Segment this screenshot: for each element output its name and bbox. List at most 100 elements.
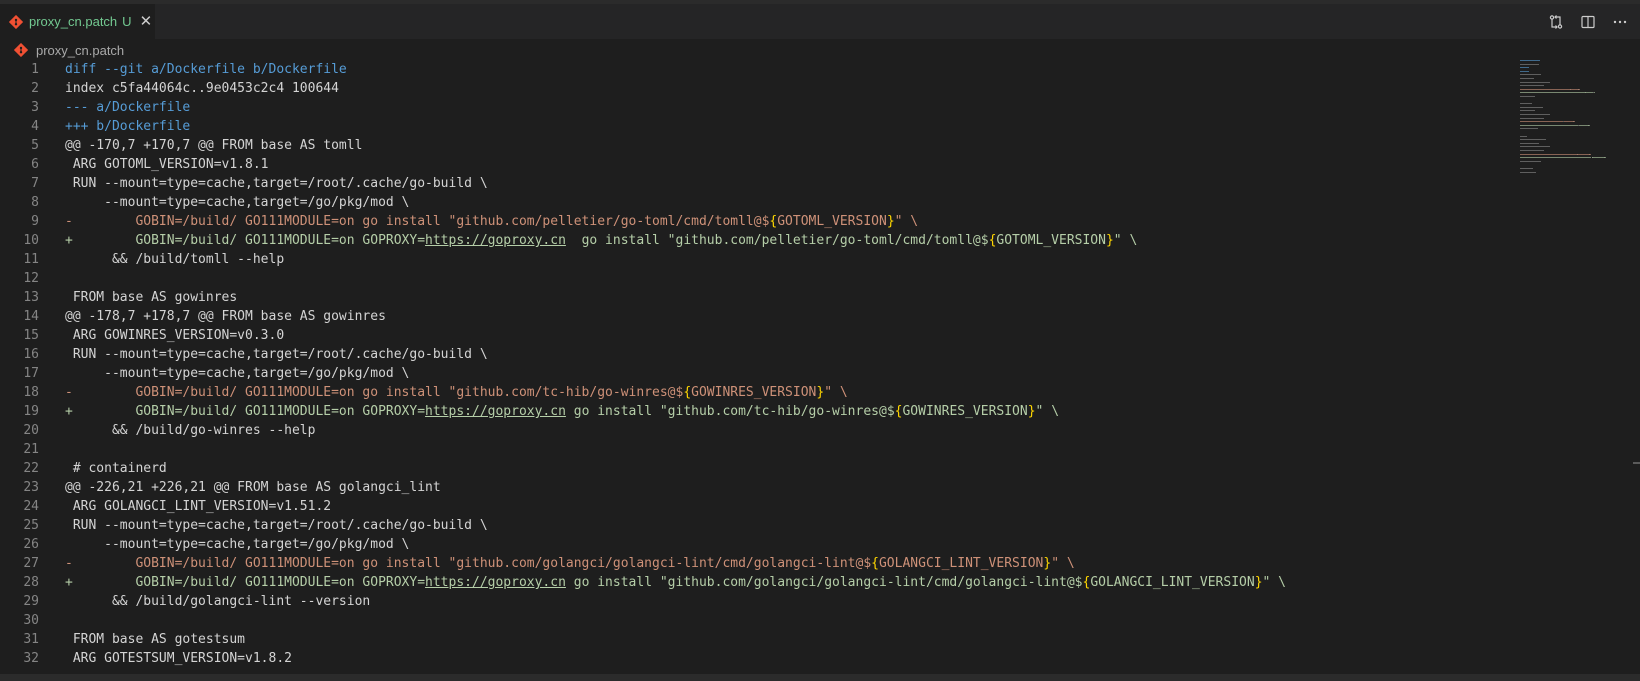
- code-line[interactable]: 4 +++ b/Dockerfile: [0, 117, 1500, 136]
- code-token: ARG GOLANGCI_LINT_VERSION=v1.51.2: [65, 499, 332, 514]
- line-number: 13: [23, 290, 39, 305]
- code-token: {: [683, 385, 692, 400]
- code-line[interactable]: 20 && /build/go-winres --help: [0, 421, 1500, 440]
- code-token: " \: [824, 385, 848, 400]
- minimap-line: [1585, 92, 1594, 94]
- minimap-line: [1592, 157, 1604, 159]
- code-line[interactable]: 2 index c5fa44064c..9e0453c2c4 100644: [0, 79, 1500, 98]
- code-line[interactable]: 23 @@ -226,21 +226,21 @@ FROM base AS gol…: [0, 478, 1500, 497]
- code-line[interactable]: 32 ARG GOTESTSUM_VERSION=v1.8.2: [0, 649, 1500, 668]
- line-number: 4: [31, 119, 39, 134]
- code-line[interactable]: 1 diff --git a/Dockerfile b/Dockerfile: [0, 60, 1500, 79]
- split-editor-icon[interactable]: [1578, 12, 1598, 32]
- code-editor[interactable]: 1 diff --git a/Dockerfile b/Dockerfile 2 in…: [0, 60, 1500, 674]
- code-line[interactable]: 21: [0, 440, 1500, 459]
- code-token: --mount=type=cache,target=/go/pkg/mod \: [65, 366, 410, 381]
- code-token: --mount=type=cache,target=/go/pkg/mod \: [65, 537, 410, 552]
- code-token: RUN --mount=type=cache,target=/root/.cac…: [65, 518, 488, 533]
- code-line[interactable]: 26 --mount=type=cache,target=/go/pkg/mod…: [0, 535, 1500, 554]
- code-token: diff --git a/Dockerfile b/Dockerfile: [65, 62, 347, 77]
- line-number: 19: [23, 404, 39, 419]
- code-line[interactable]: 8 --mount=type=cache,target=/go/pkg/mod …: [0, 193, 1500, 212]
- line-code: + GOBIN=/build/ GO111MODULE=on GOPROXY=h…: [65, 402, 1059, 421]
- code-line[interactable]: 29 && /build/golangci-lint --version: [0, 592, 1500, 611]
- editor-actions: [1546, 4, 1630, 39]
- minimap-line: [1545, 92, 1556, 94]
- code-token: " \: [1051, 556, 1075, 571]
- code-line[interactable]: 28 + GOBIN=/build/ GO111MODULE=on GOPROXY…: [0, 573, 1500, 592]
- tab-label: proxy_cn.patch: [29, 14, 118, 29]
- line-code: + GOBIN=/build/ GO111MODULE=on GOPROXY=h…: [65, 231, 1137, 250]
- minimap[interactable]: [1520, 60, 1620, 190]
- code-line[interactable]: 25 RUN --mount=type=cache,target=/root/.…: [0, 516, 1500, 535]
- minimap-line: [1520, 74, 1541, 76]
- code-line[interactable]: 13 FROM base AS gowinres: [0, 288, 1500, 307]
- line-number: 9: [31, 214, 39, 229]
- open-changes-icon[interactable]: [1546, 12, 1566, 32]
- code-line[interactable]: 30: [0, 611, 1500, 630]
- code-token: RUN --mount=type=cache,target=/root/.cac…: [65, 347, 488, 362]
- code-line[interactable]: 12: [0, 269, 1500, 288]
- minimap-line: [1520, 146, 1550, 148]
- code-line[interactable]: 9 - GOBIN=/build/ GO111MODULE=on go insta…: [0, 212, 1500, 231]
- code-line[interactable]: 19 + GOBIN=/build/ GO111MODULE=on GOPROXY…: [0, 402, 1500, 421]
- minimap-line: [1520, 60, 1540, 61]
- line-code: @@ -178,7 +178,7 @@ FROM base AS gowinre…: [65, 307, 386, 326]
- minimap-line: [1545, 157, 1556, 159]
- code-token: @@ -226,21 +226,21 @@ FROM base AS golan…: [65, 480, 441, 495]
- line-code: && /build/golangci-lint --version: [65, 592, 370, 611]
- code-line[interactable]: 11 && /build/tomll --help: [0, 250, 1500, 269]
- code-line[interactable]: 31 FROM base AS gotestsum: [0, 630, 1500, 649]
- minimap-line: [1520, 142, 1539, 144]
- line-code: ARG GOWINRES_VERSION=v0.3.0: [65, 326, 284, 345]
- line-number: 8: [31, 195, 39, 210]
- code-token: GOWINRES_VERSION: [902, 404, 1028, 419]
- minimap-line: [1520, 92, 1546, 94]
- code-token: }: [1027, 404, 1036, 419]
- breadcrumb: proxy_cn.patch: [0, 39, 1640, 61]
- line-code: ARG GOLANGCI_LINT_VERSION=v1.51.2: [65, 497, 331, 516]
- untracked-badge: U: [122, 14, 132, 29]
- tab-proxy-cn-patch[interactable]: proxy_cn.patch U ✕: [0, 4, 156, 39]
- close-icon[interactable]: ✕: [140, 14, 153, 29]
- code-line[interactable]: 16 RUN --mount=type=cache,target=/root/.…: [0, 345, 1500, 364]
- code-line[interactable]: 17 --mount=type=cache,target=/go/pkg/mod…: [0, 364, 1500, 383]
- code-line[interactable]: 15 ARG GOWINRES_VERSION=v0.3.0: [0, 326, 1500, 345]
- minimap-line: [1520, 88, 1570, 90]
- line-number: 11: [23, 252, 39, 267]
- code-line[interactable]: 27 - GOBIN=/build/ GO111MODULE=on go inst…: [0, 554, 1500, 573]
- more-actions-icon[interactable]: [1610, 12, 1630, 32]
- code-line[interactable]: 22 # containerd: [0, 459, 1500, 478]
- line-code: FROM base AS gowinres: [65, 288, 237, 307]
- horizontal-scrollbar[interactable]: [0, 674, 1640, 681]
- code-line[interactable]: 6 ARG GOTOML_VERSION=v1.8.1: [0, 155, 1500, 174]
- code-line[interactable]: 18 - GOBIN=/build/ GO111MODULE=on go inst…: [0, 383, 1500, 402]
- minimap-line: [1577, 153, 1589, 155]
- line-number: 23: [23, 480, 39, 495]
- code-token: + GOBIN=/build/ GO111MODULE=on GOPROXY=: [65, 233, 426, 248]
- line-number: 27: [23, 556, 39, 571]
- line-number: 2: [31, 81, 39, 96]
- line-code: + GOBIN=/build/ GO111MODULE=on GOPROXY=h…: [65, 573, 1286, 592]
- code-line[interactable]: 10 + GOBIN=/build/ GO111MODULE=on GOPROXY…: [0, 231, 1500, 250]
- breadcrumb-file[interactable]: proxy_cn.patch: [36, 43, 124, 58]
- code-line[interactable]: 14 @@ -178,7 +178,7 @@ FROM base AS gowin…: [0, 307, 1500, 326]
- code-token: FROM base AS gotestsum: [65, 632, 246, 647]
- code-token: && /build/golangci-lint --version: [65, 594, 371, 609]
- code-line[interactable]: 5 @@ -170,7 +170,7 @@ FROM base AS tomll: [0, 136, 1500, 155]
- minimap-line: [1520, 63, 1540, 65]
- code-line[interactable]: 3 --- a/Dockerfile: [0, 98, 1500, 117]
- line-code: FROM base AS gotestsum: [65, 630, 245, 649]
- code-line[interactable]: 7 RUN --mount=type=cache,target=/root/.c…: [0, 174, 1500, 193]
- code-token: @@ -178,7 +178,7 @@ FROM base AS gowinre…: [65, 309, 386, 324]
- line-code: --mount=type=cache,target=/go/pkg/mod \: [65, 535, 409, 554]
- minimap-line: [1555, 124, 1579, 126]
- scrollbar-marker[interactable]: [1633, 462, 1640, 464]
- line-number: 20: [23, 423, 39, 438]
- minimap-line: [1564, 121, 1573, 123]
- minimap-line: [1520, 153, 1577, 155]
- minimap-line: [1545, 124, 1556, 126]
- line-number: 1: [31, 62, 39, 77]
- code-line[interactable]: 24 ARG GOLANGCI_LINT_VERSION=v1.51.2: [0, 497, 1500, 516]
- line-number: 32: [23, 651, 39, 666]
